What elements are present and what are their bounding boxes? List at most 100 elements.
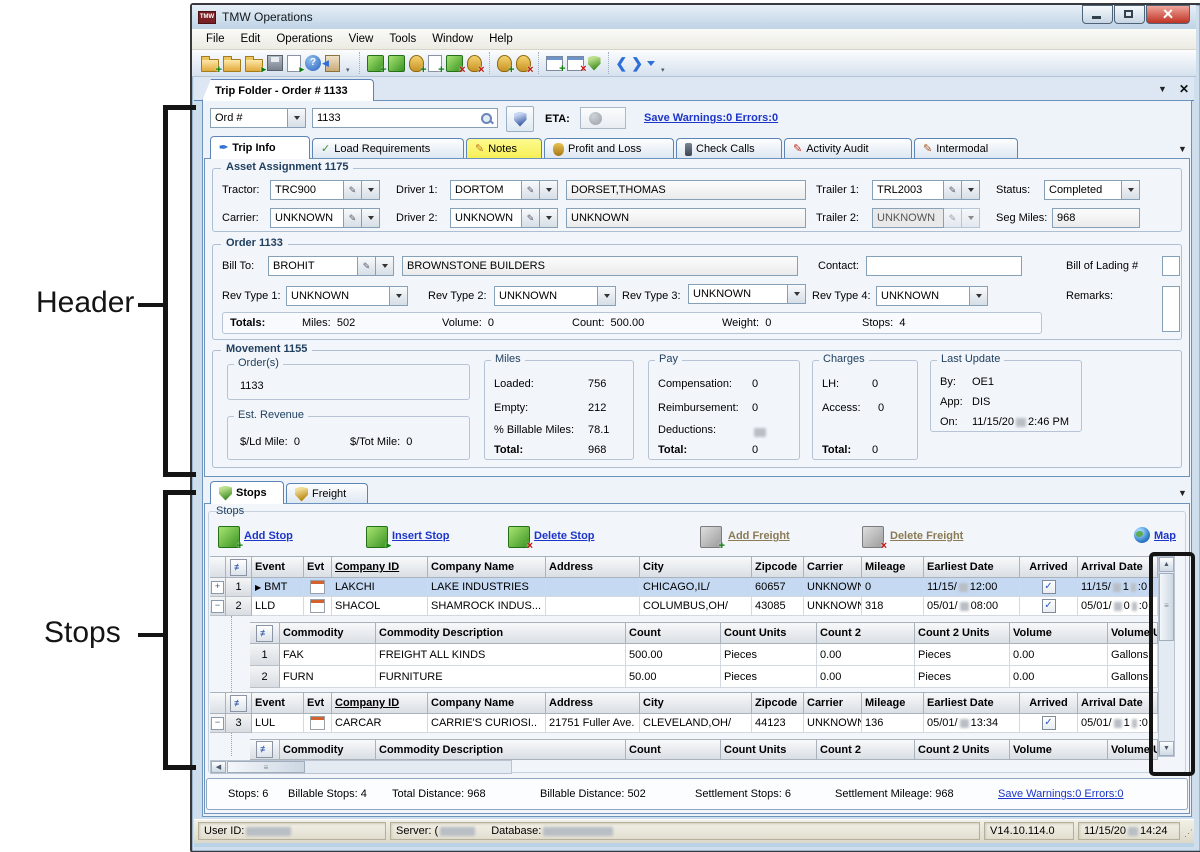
driver1-combo[interactable]: DORTOM ✎: [450, 180, 558, 200]
col-event[interactable]: Event: [252, 556, 304, 578]
forward-icon[interactable]: ❯: [631, 56, 643, 70]
contact-input[interactable]: [866, 256, 1022, 276]
menu-tools[interactable]: Tools: [381, 31, 424, 47]
export-document-icon[interactable]: [287, 55, 301, 72]
col-company-id[interactable]: Company ID: [332, 556, 428, 578]
minimize-button[interactable]: [1082, 5, 1113, 24]
col-carrier[interactable]: Carrier: [804, 556, 862, 578]
order-type-dropdown-icon[interactable]: [288, 108, 306, 128]
driver2-combo[interactable]: UNKNOWN ✎: [450, 208, 558, 228]
tab-load-requirements[interactable]: ✓ Load Requirements: [312, 138, 464, 159]
toolbar-overflow-icon-2[interactable]: ▾: [659, 66, 667, 74]
tractor-dropdown-icon[interactable]: [362, 180, 380, 200]
insert-stop-icon[interactable]: [366, 526, 388, 548]
tractor-card-icon[interactable]: ✎: [344, 180, 362, 200]
copy-folder-icon[interactable]: [245, 59, 263, 72]
rev-type-2-combo[interactable]: UNKNOWN: [494, 286, 616, 306]
col-count2[interactable]: Count 2: [817, 622, 915, 644]
menu-edit[interactable]: Edit: [233, 31, 269, 47]
trailer1-combo[interactable]: TRL2003 ✎: [872, 180, 980, 200]
collapse-row-icon[interactable]: [211, 717, 224, 730]
toolbar-overflow-icon[interactable]: ▾: [344, 66, 352, 74]
grid-filter-icon[interactable]: [256, 625, 273, 642]
rev-type-3-dropdown-icon[interactable]: [788, 284, 806, 304]
order-number-input[interactable]: 1133: [312, 108, 498, 128]
grid-filter-icon[interactable]: [230, 695, 247, 712]
menu-operations[interactable]: Operations: [268, 31, 340, 47]
bill-to-dropdown-icon[interactable]: [376, 256, 394, 276]
col-count-units[interactable]: Count Units: [721, 622, 817, 644]
save-icon[interactable]: [267, 55, 283, 71]
menu-file[interactable]: File: [198, 31, 233, 47]
detach-window-icon[interactable]: [567, 56, 584, 71]
tab-profit-and-loss[interactable]: Profit and Loss: [544, 138, 674, 159]
menu-view[interactable]: View: [341, 31, 382, 47]
add-driver-icon[interactable]: [409, 55, 424, 72]
resize-grip-icon[interactable]: ⋰: [1184, 828, 1193, 839]
stop-row[interactable]: 1 ▶BMT LAKCHI LAKE INDUSTRIES CHICAGO,IL…: [210, 578, 1158, 597]
expand-row-icon[interactable]: [211, 581, 224, 594]
search-icon[interactable]: [480, 112, 493, 125]
add-trip-icon[interactable]: [367, 55, 384, 72]
col-commodity-description[interactable]: Commodity Description: [376, 622, 626, 644]
status-combo[interactable]: Completed: [1044, 180, 1140, 200]
add-stop-icon[interactable]: [218, 526, 240, 548]
col-city[interactable]: City: [640, 556, 752, 578]
doc-tab-trip-folder[interactable]: Trip Folder - Order # 1133: [202, 79, 374, 101]
doc-strip-dropdown-icon[interactable]: ▼: [1158, 84, 1167, 94]
col-company-name[interactable]: Company Name: [428, 556, 546, 578]
rev-type-1-dropdown-icon[interactable]: [390, 286, 408, 306]
open-folder-icon[interactable]: [223, 59, 241, 72]
stop-row[interactable]: 2 LLD SHACOL SHAMROCK INDUS... COLUMBUS,…: [210, 597, 1158, 616]
delete-trip-icon[interactable]: [446, 55, 463, 72]
driver2-dropdown-icon[interactable]: [540, 208, 558, 228]
menu-help[interactable]: Help: [481, 31, 521, 47]
menu-window[interactable]: Window: [424, 31, 481, 47]
col-volume[interactable]: Volume: [1010, 622, 1108, 644]
col-evt[interactable]: Evt: [304, 556, 332, 578]
delete-stop-icon[interactable]: [508, 526, 530, 548]
trailer2-combo[interactable]: UNKNOWN ✎: [872, 208, 980, 228]
tab-activity-audit[interactable]: ✎ Activity Audit: [784, 138, 912, 159]
rev-type-2-dropdown-icon[interactable]: [598, 286, 616, 306]
new-folder-icon[interactable]: [201, 59, 219, 72]
add-document-icon[interactable]: [428, 55, 442, 72]
save-trip-icon[interactable]: [388, 55, 405, 72]
trailer1-card-icon[interactable]: ✎: [944, 180, 962, 200]
trailer1-dropdown-icon[interactable]: [962, 180, 980, 200]
carrier-dropdown-icon[interactable]: [362, 208, 380, 228]
rev-type-3-combo[interactable]: UNKNOWN: [688, 284, 806, 304]
tab-intermodal[interactable]: ✎ Intermodal: [914, 138, 1018, 159]
commodity-row[interactable]: 2 FURN FURNITURE 50.00 Pieces 0.00 Piece…: [250, 666, 1158, 688]
summary-save-warnings-link[interactable]: Save Warnings:0 Errors:0: [998, 788, 1124, 800]
tab-stops[interactable]: Stops: [210, 481, 284, 504]
tab-check-calls[interactable]: Check Calls: [676, 138, 782, 159]
back-icon[interactable]: ❮: [616, 56, 628, 70]
driver1-card-icon[interactable]: ✎: [522, 180, 540, 200]
event-calendar-icon[interactable]: [310, 716, 325, 730]
tab-freight[interactable]: Freight: [286, 483, 368, 504]
horizontal-scroll-thumb[interactable]: ≡: [227, 761, 305, 773]
order-type-combo[interactable]: Ord #: [210, 108, 306, 128]
rev-type-4-combo[interactable]: UNKNOWN: [876, 286, 988, 306]
tab-strip-dropdown-icon[interactable]: ▼: [1178, 144, 1187, 154]
commodity-row[interactable]: 1 FAK FREIGHT ALL KINDS 500.00 Pieces 0.…: [250, 644, 1158, 666]
bill-of-lading-input[interactable]: [1162, 256, 1180, 276]
col-commodity[interactable]: Commodity: [280, 622, 376, 644]
col-zipcode[interactable]: Zipcode: [752, 556, 804, 578]
rev-type-1-combo[interactable]: UNKNOWN: [286, 286, 408, 306]
arrived-checkbox[interactable]: [1042, 580, 1056, 594]
remove-driver-icon[interactable]: [467, 55, 482, 72]
shield-button[interactable]: [506, 106, 534, 132]
nav-dropdown-icon[interactable]: [647, 61, 655, 66]
save-warnings-link[interactable]: Save Warnings:0 Errors:0: [644, 112, 778, 124]
maximize-button[interactable]: [1114, 5, 1145, 24]
horizontal-scrollbar[interactable]: ◀ ≡: [210, 760, 512, 774]
driver1-dropdown-icon[interactable]: [540, 180, 558, 200]
tab-trip-info[interactable]: ✒ Trip Info: [210, 136, 310, 159]
col-count[interactable]: Count: [626, 622, 721, 644]
attach-window-icon[interactable]: [546, 56, 563, 71]
col-earliest-date[interactable]: Earliest Date: [924, 556, 1020, 578]
delete-stop-button[interactable]: Delete Stop: [534, 530, 595, 542]
unassign-driver-icon[interactable]: [516, 55, 531, 72]
